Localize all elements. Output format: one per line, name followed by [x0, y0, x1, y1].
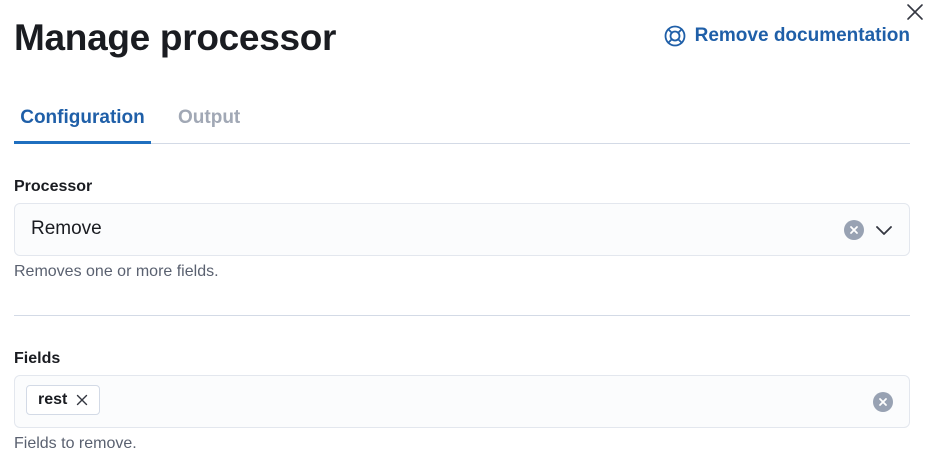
tab-output[interactable]: Output	[178, 96, 240, 144]
processor-combobox[interactable]: Remove	[14, 203, 910, 256]
documentation-link[interactable]: Remove documentation	[663, 24, 910, 48]
clear-circle-icon	[850, 226, 858, 234]
flyout-header: Manage processor Remove documentation	[14, 14, 910, 62]
clear-circle-icon	[879, 398, 887, 406]
documentation-link-label: Remove documentation	[694, 25, 910, 46]
tab-bar: Configuration Output	[14, 96, 910, 144]
section-divider	[14, 315, 910, 316]
fields-help-text: Fields to remove.	[14, 435, 137, 452]
processor-label: Processor	[14, 178, 93, 195]
field-pill-label: rest	[38, 391, 68, 408]
fields-clear-button[interactable]	[873, 392, 893, 412]
processor-help-text: Removes one or more fields.	[14, 263, 219, 280]
tab-configuration[interactable]: Configuration	[14, 96, 151, 144]
processor-dropdown-toggle[interactable]	[874, 220, 894, 240]
field-pill: rest	[26, 385, 101, 415]
lifebuoy-icon	[664, 25, 686, 47]
processor-selected-value: Remove	[31, 218, 102, 239]
page-title: Manage processor	[14, 17, 337, 58]
fields-combobox[interactable]: rest	[14, 375, 910, 428]
processor-clear-button[interactable]	[844, 220, 864, 240]
cross-icon[interactable]	[76, 394, 88, 406]
chevron-down-icon	[876, 226, 892, 235]
fields-label: Fields	[14, 350, 61, 367]
